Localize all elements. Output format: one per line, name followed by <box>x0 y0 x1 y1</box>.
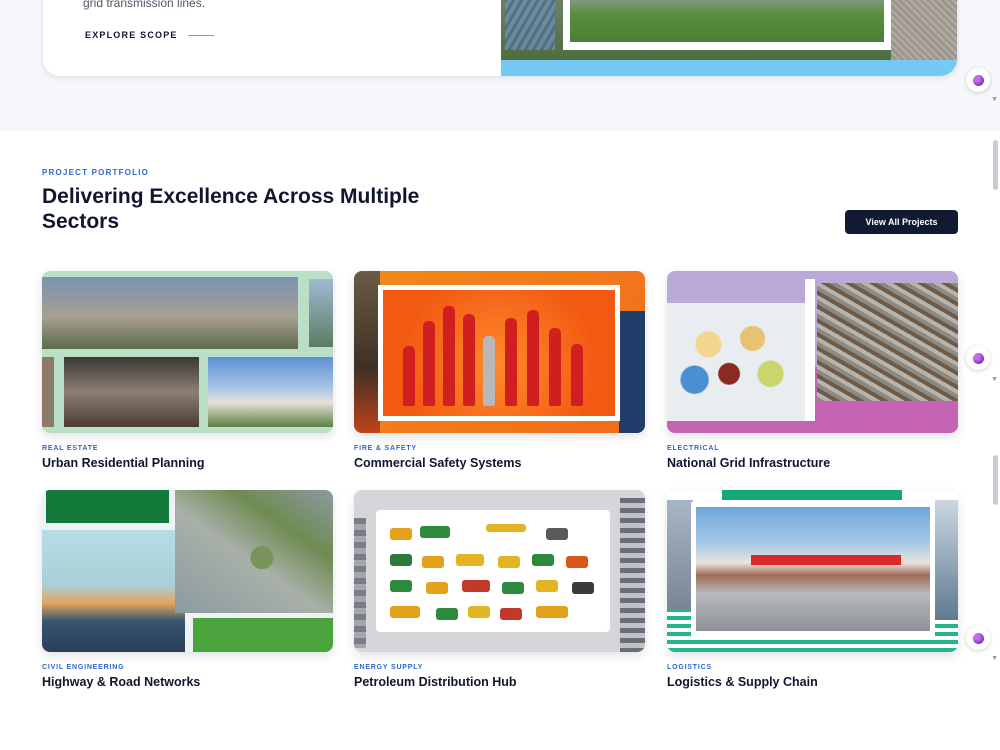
assistant-orb-icon[interactable] <box>966 346 990 370</box>
project-title[interactable]: Urban Residential Planning <box>42 456 333 470</box>
project-category: LOGISTICS <box>667 664 712 671</box>
scope-image <box>501 0 957 76</box>
project-title[interactable]: Highway & Road Networks <box>42 675 333 689</box>
project-image[interactable] <box>667 271 958 433</box>
scrollbar-thumb[interactable] <box>993 140 998 190</box>
project-image[interactable] <box>42 490 333 652</box>
project-image[interactable] <box>354 490 645 652</box>
assistant-orb-icon[interactable] <box>966 626 990 650</box>
scrollbar-thumb[interactable] <box>993 455 998 505</box>
project-card-electrical[interactable]: ELECTRICAL National Grid Infrastructure <box>667 271 958 470</box>
project-category: ELECTRICAL <box>667 445 720 452</box>
gravel-image <box>891 0 957 60</box>
explore-scope-link[interactable]: EXPLORE SCOPE <box>85 30 214 40</box>
scope-description: grid transmission lines. <box>83 0 206 10</box>
project-card-fire-safety[interactable]: FIRE & SAFETY Commercial Safety Systems <box>354 271 645 470</box>
caret-down-icon[interactable]: ▼ <box>991 376 998 383</box>
project-image[interactable] <box>354 271 645 433</box>
project-category: FIRE & SAFETY <box>354 445 417 452</box>
project-card-energy-supply[interactable]: ENERGY SUPPLY Petroleum Distribution Hub <box>354 490 645 689</box>
project-card-logistics[interactable]: LOGISTICS Logistics & Supply Chain <box>667 490 958 689</box>
arrow-line-icon <box>187 34 214 36</box>
previous-section: grid transmission lines. EXPLORE SCOPE <box>0 0 1000 131</box>
project-card-real-estate[interactable]: REAL ESTATE Urban Residential Planning <box>42 271 333 470</box>
project-title[interactable]: Commercial Safety Systems <box>354 456 645 470</box>
project-image[interactable] <box>667 490 958 652</box>
section-eyebrow: PROJECT PORTFOLIO <box>42 168 150 177</box>
section-title: Delivering Excellence Across Multiple Se… <box>42 185 420 233</box>
project-category: REAL ESTATE <box>42 445 99 452</box>
project-title[interactable]: Logistics & Supply Chain <box>667 675 958 689</box>
project-title[interactable]: National Grid Infrastructure <box>667 456 958 470</box>
assistant-orb-icon[interactable] <box>966 68 990 92</box>
project-card-civil-engineering[interactable]: CIVIL ENGINEERING Highway & Road Network… <box>42 490 333 689</box>
project-category: CIVIL ENGINEERING <box>42 664 125 671</box>
project-category: ENERGY SUPPLY <box>354 664 424 671</box>
caret-down-icon[interactable]: ▼ <box>991 655 998 662</box>
project-image[interactable] <box>42 271 333 433</box>
pylon-image <box>505 0 555 50</box>
substation-photo-frame <box>563 0 891 50</box>
scope-card: grid transmission lines. EXPLORE SCOPE <box>42 0 958 77</box>
view-all-projects-button[interactable]: View All Projects <box>845 210 958 234</box>
caret-down-icon[interactable]: ▼ <box>991 96 998 103</box>
explore-scope-label: EXPLORE SCOPE <box>85 30 178 40</box>
project-title[interactable]: Petroleum Distribution Hub <box>354 675 645 689</box>
